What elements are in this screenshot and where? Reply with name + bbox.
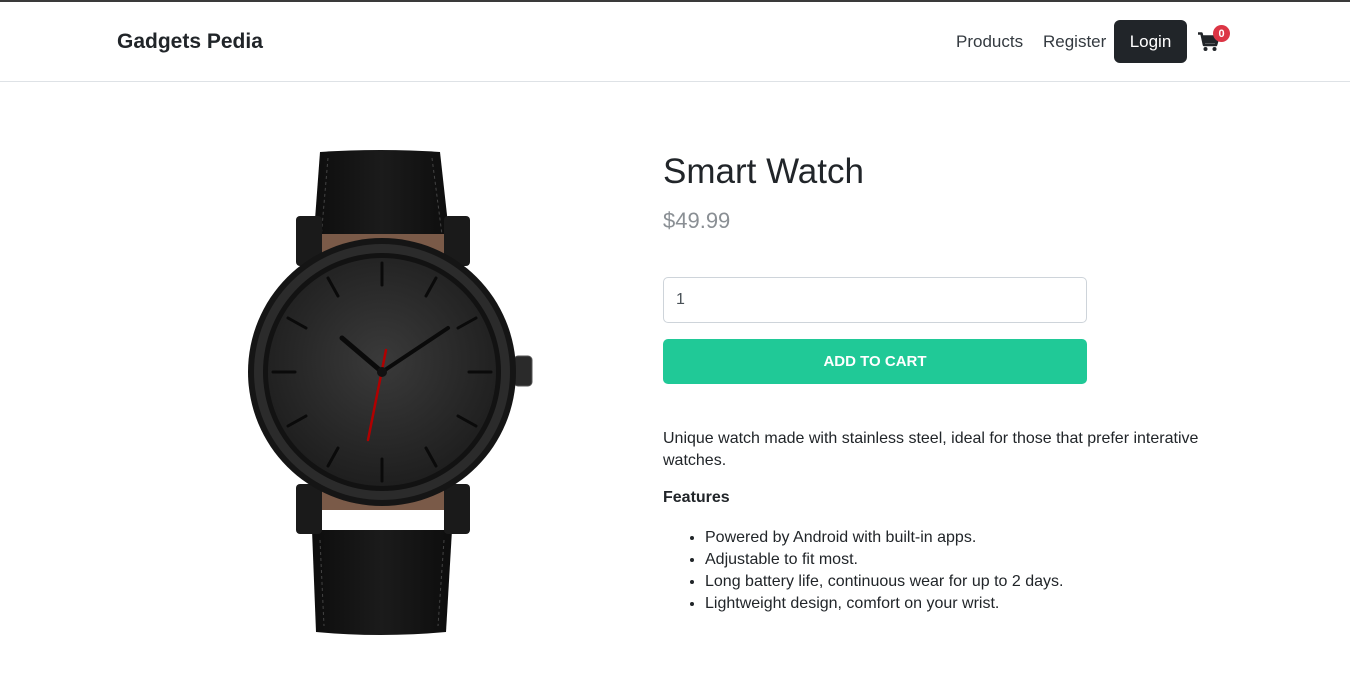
features-list: Powered by Android with built-in apps. A…	[705, 527, 1265, 615]
nav-link-register[interactable]: Register	[1043, 32, 1106, 52]
feature-item: Adjustable to fit most.	[705, 549, 1265, 571]
product-title: Smart Watch	[663, 152, 864, 191]
product-price: $49.99	[663, 208, 731, 233]
login-button[interactable]: Login	[1114, 20, 1187, 63]
features-heading: Features	[663, 489, 730, 506]
cart-count-badge: 0	[1213, 25, 1230, 42]
nav-link-products[interactable]: Products	[956, 32, 1023, 52]
product-image	[240, 150, 540, 640]
add-to-cart-button[interactable]: ADD TO CART	[663, 339, 1087, 384]
navbar: Gadgets Pedia Products Register Login 0	[0, 2, 1350, 82]
feature-item: Long battery life, continuous wear for u…	[705, 571, 1265, 593]
feature-item: Powered by Android with built-in apps.	[705, 527, 1265, 549]
cart-button[interactable]: 0	[1198, 25, 1232, 58]
quantity-input[interactable]	[663, 277, 1087, 323]
product-description: Unique watch made with stainless steel, …	[663, 430, 1199, 469]
brand-logo[interactable]: Gadgets Pedia	[117, 30, 263, 54]
feature-item: Lightweight design, comfort on your wris…	[705, 593, 1265, 615]
